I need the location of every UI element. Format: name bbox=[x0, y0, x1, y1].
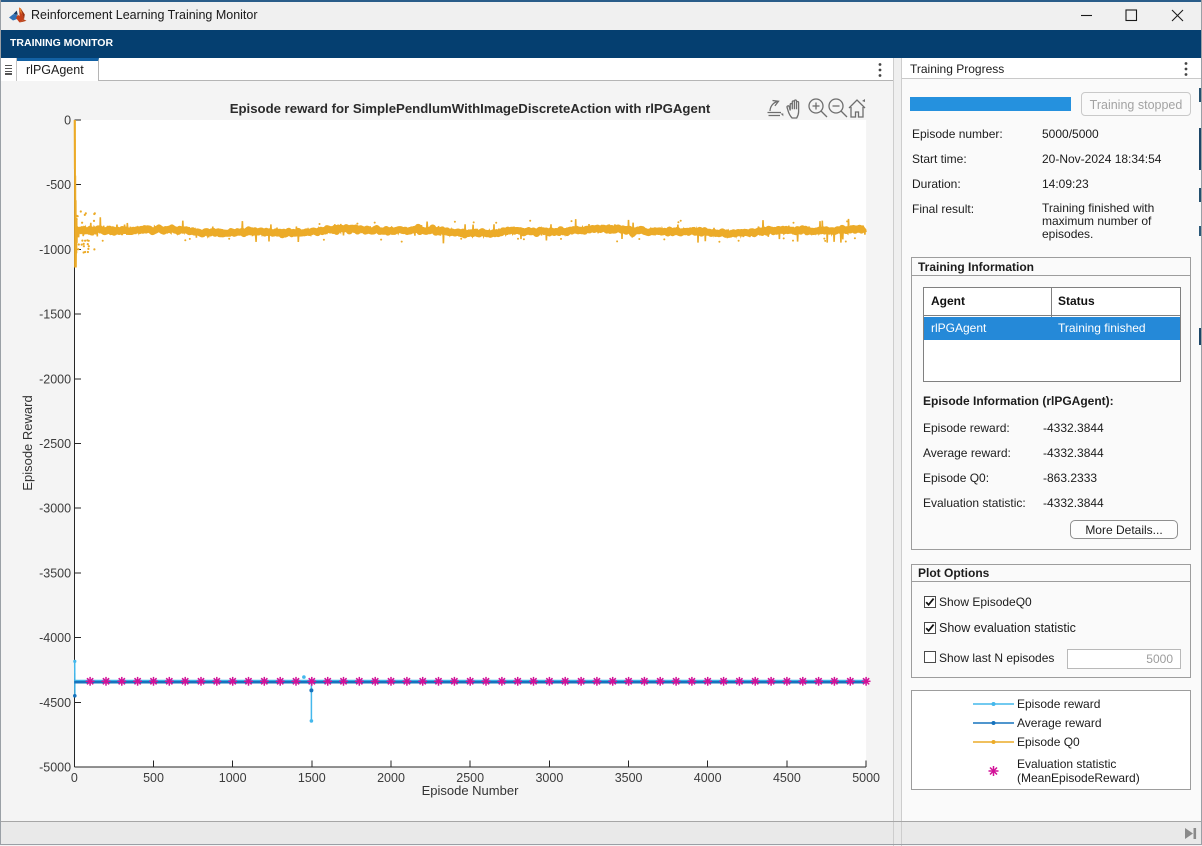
svg-text:-3000: -3000 bbox=[39, 502, 71, 516]
svg-text:2000: 2000 bbox=[377, 771, 405, 785]
svg-text:3000: 3000 bbox=[535, 771, 563, 785]
svg-text:-1500: -1500 bbox=[39, 308, 71, 322]
svg-text:0: 0 bbox=[64, 114, 71, 128]
svg-text:-5000: -5000 bbox=[39, 761, 71, 775]
svg-text:-4000: -4000 bbox=[39, 631, 71, 645]
svg-text:1500: 1500 bbox=[298, 771, 326, 785]
svg-text:-2000: -2000 bbox=[39, 372, 71, 386]
svg-text:-1000: -1000 bbox=[39, 243, 71, 257]
svg-text:1000: 1000 bbox=[219, 771, 247, 785]
svg-text:4000: 4000 bbox=[694, 771, 722, 785]
svg-text:Episode Reward: Episode Reward bbox=[20, 395, 35, 490]
svg-text:-500: -500 bbox=[46, 178, 71, 192]
svg-text:3500: 3500 bbox=[615, 771, 643, 785]
svg-text:Episode Number: Episode Number bbox=[422, 783, 519, 798]
svg-text:Episode reward for SimplePendl: Episode reward for SimplePendlumWithImag… bbox=[230, 101, 711, 116]
svg-text:500: 500 bbox=[143, 771, 164, 785]
svg-text:-2500: -2500 bbox=[39, 437, 71, 451]
svg-text:4500: 4500 bbox=[773, 771, 801, 785]
svg-text:5000: 5000 bbox=[852, 771, 880, 785]
svg-text:-4500: -4500 bbox=[39, 696, 71, 710]
svg-text:-3500: -3500 bbox=[39, 566, 71, 580]
svg-text:0: 0 bbox=[71, 771, 78, 785]
